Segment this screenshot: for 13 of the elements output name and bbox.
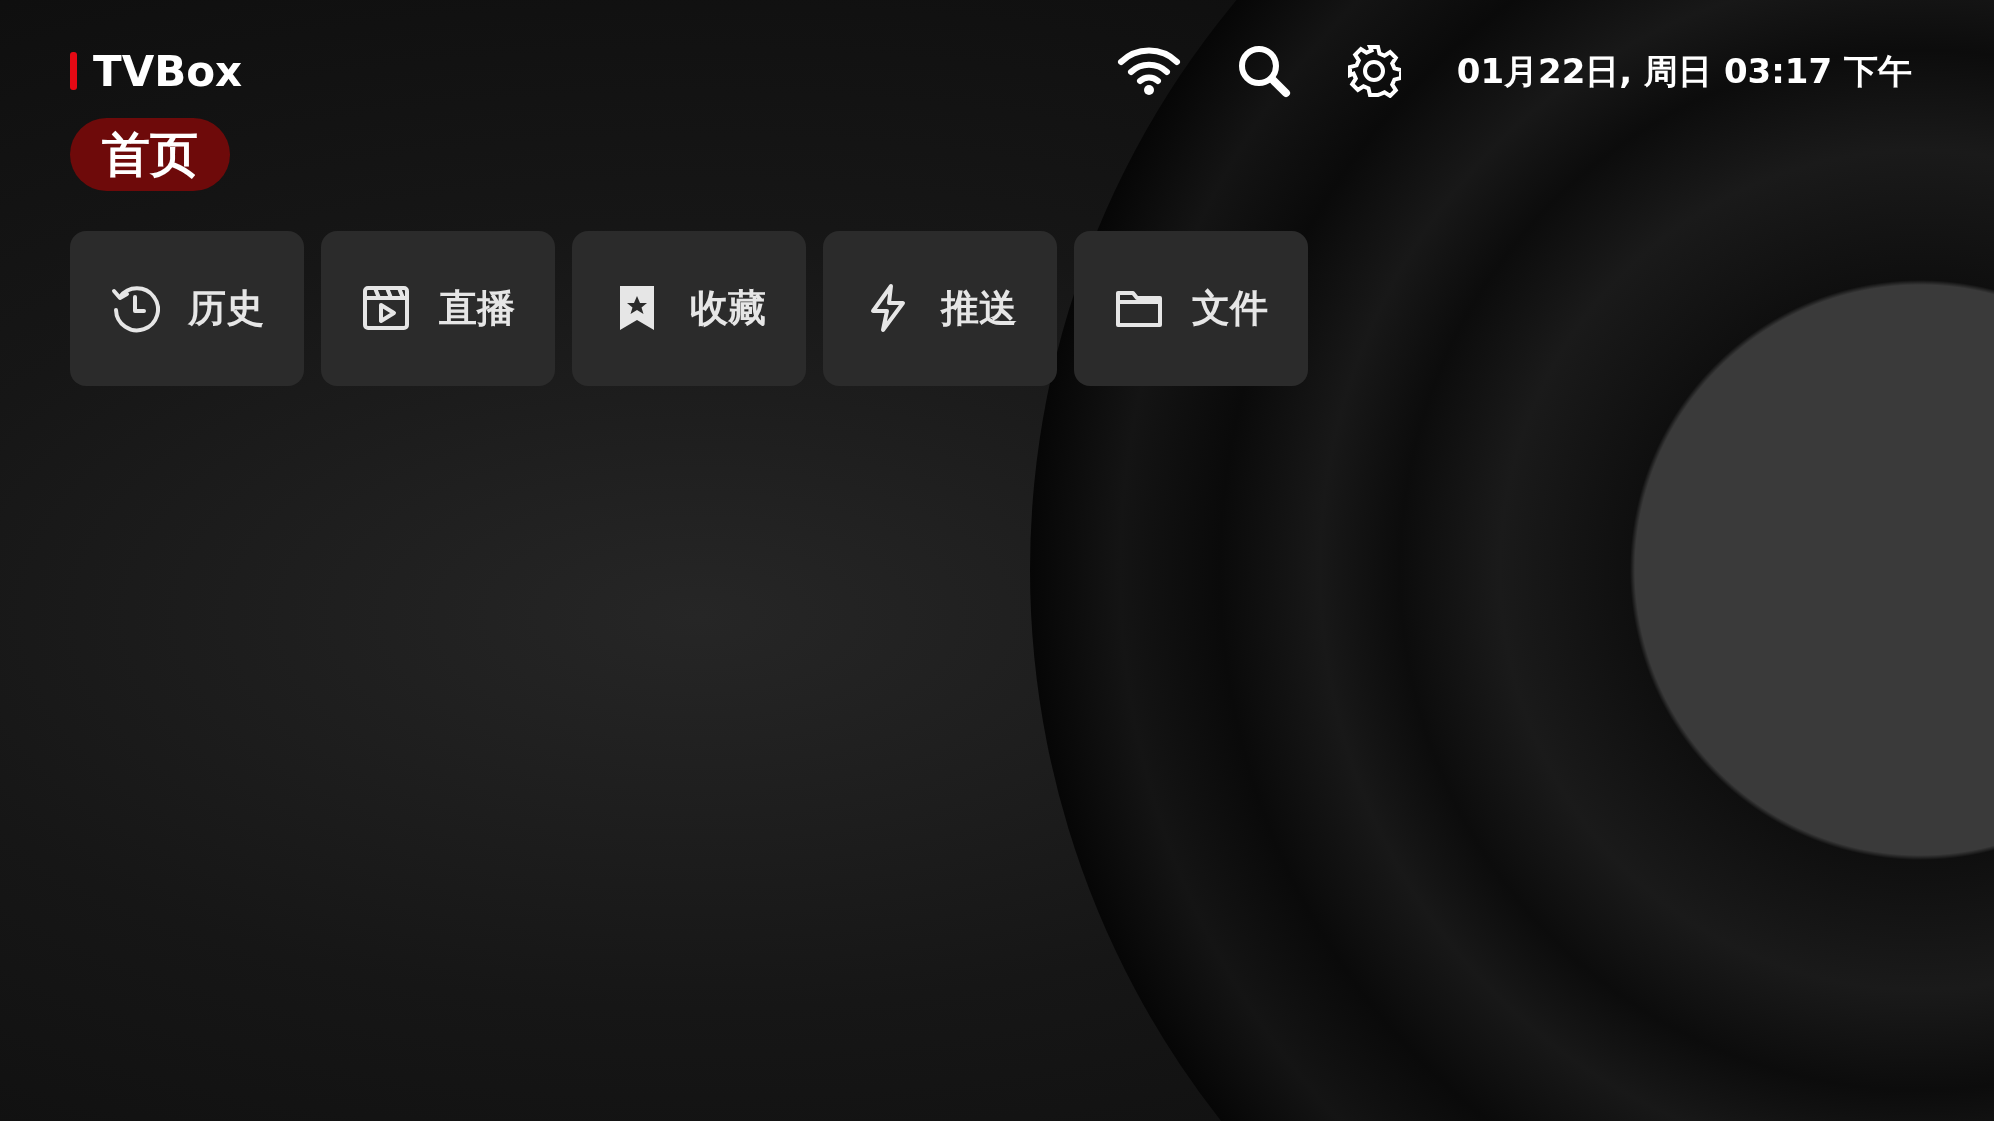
- menu-tile[interactable]: 直播: [321, 230, 555, 386]
- search-icon[interactable]: [1236, 44, 1291, 98]
- menu-tile[interactable]: 历史: [70, 230, 304, 386]
- logo-bar: [70, 52, 77, 90]
- menu-tile[interactable]: 文件: [1074, 230, 1308, 386]
- clock-icon: [110, 283, 160, 334]
- date-time: 01月22日, 周日 03:17 下午: [1456, 49, 1912, 93]
- menu-tile[interactable]: 推送: [823, 230, 1057, 386]
- app-title: TVBox: [93, 45, 243, 98]
- menu-tile[interactable]: 收藏: [572, 230, 806, 386]
- home-tab[interactable]: 首页: [70, 118, 230, 191]
- settings-icon[interactable]: [1346, 44, 1401, 98]
- wifi-icon[interactable]: [1116, 46, 1181, 96]
